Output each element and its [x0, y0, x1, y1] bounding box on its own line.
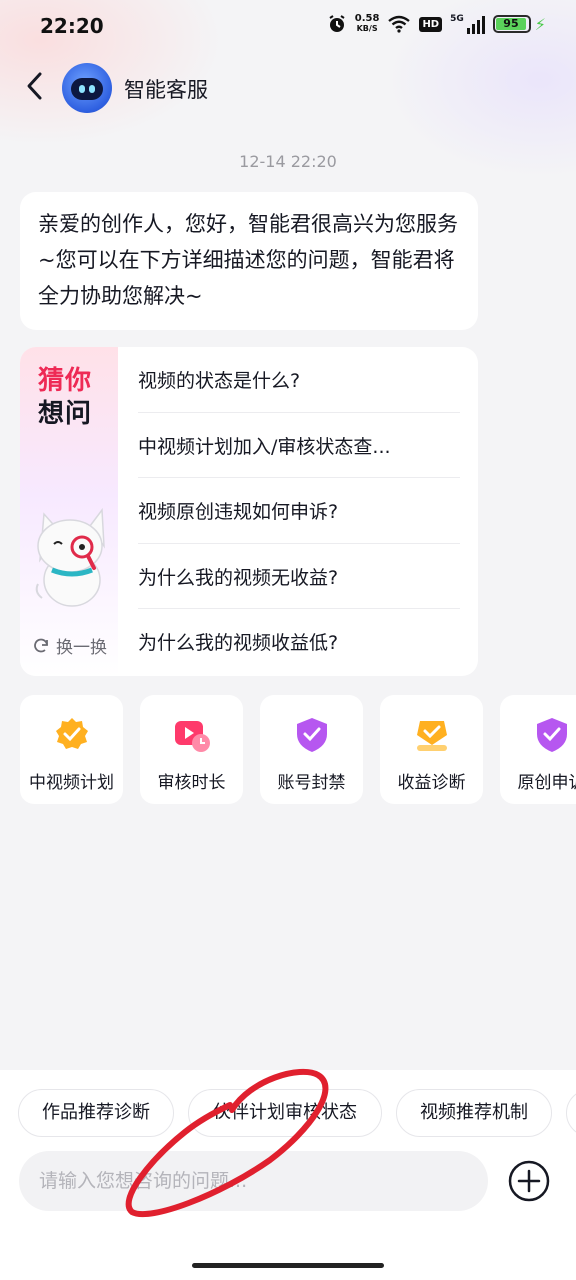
refresh-button[interactable]: 换一换: [32, 633, 107, 658]
network-speed-unit: KB/S: [356, 24, 378, 33]
coin-check-icon: [417, 721, 447, 751]
quick-chip-3[interactable]: 视频推荐机制: [396, 1089, 552, 1137]
bottom-input-panel: 作品推荐诊断 伙伴计划审核状态 视频推荐机制: [0, 1070, 576, 1280]
signal-icon: 5G: [450, 14, 485, 34]
suggested-questions-banner: 猜你 想问 换一换: [20, 347, 118, 676]
refresh-label: 换一换: [56, 638, 107, 658]
category-review-time[interactable]: 审核时长: [140, 695, 243, 804]
category-label: 账号封禁: [277, 773, 346, 793]
battery-level: 95: [495, 18, 527, 30]
add-icon[interactable]: [507, 1159, 551, 1203]
shield-check-icon: [537, 718, 567, 752]
alarm-icon: [329, 15, 345, 32]
hd-badge: HD: [419, 16, 443, 32]
suggested-title-line1: 猜你: [38, 366, 93, 396]
status-bar: 22:20 0.58 KB/S HD 5G 95 ⚡: [0, 0, 576, 54]
home-indicator: [192, 1263, 384, 1268]
category-originality-appeal[interactable]: 原创申诉: [500, 695, 576, 804]
status-icons: 0.58 KB/S HD 5G 95 ⚡: [327, 14, 546, 34]
chat-header: 智能客服: [0, 60, 576, 116]
page-title: 智能客服: [124, 78, 208, 102]
cat-mascot-icon: [35, 507, 105, 607]
robot-face-icon: [71, 78, 103, 100]
suggested-question-1[interactable]: 视频的状态是什么?: [138, 347, 460, 413]
shield-check-icon: [297, 718, 327, 752]
suggested-question-5[interactable]: 为什么我的视频收益低?: [138, 609, 460, 675]
battery-icon: 95: [492, 15, 531, 33]
network-speed: 0.58 KB/S: [355, 14, 380, 34]
category-mid-video-plan[interactable]: 中视频计划: [20, 695, 123, 804]
quick-chip-more[interactable]: [566, 1089, 576, 1137]
back-icon[interactable]: [20, 68, 52, 104]
assistant-avatar: [62, 63, 112, 113]
message-timestamp: 12-14 22:20: [239, 152, 337, 171]
category-shortcuts: 中视频计划 审核时长 账号封禁 收益诊断 原创申诉: [20, 695, 576, 804]
refresh-icon: [34, 638, 48, 652]
greeting-message: 亲爱的创作人，您好，智能君很高兴为您服务~您可以在下方详细描述您的问题，智能君将…: [20, 192, 478, 330]
suggested-questions-card: 猜你 想问 换一换 视频的状态是什么? 中视频计划加入/审核状态查... 视频原…: [20, 347, 478, 676]
suggested-questions-title: 猜你 想问: [38, 365, 92, 431]
category-label: 中视频计划: [29, 773, 114, 793]
category-label: 原创申诉: [517, 773, 576, 793]
suggested-question-4[interactable]: 为什么我的视频无收益?: [138, 544, 460, 609]
charging-icon: ⚡: [534, 14, 546, 34]
signal-label: 5G: [450, 14, 464, 24]
video-clock-icon: [175, 721, 210, 752]
suggested-question-list: 视频的状态是什么? 中视频计划加入/审核状态查... 视频原创违规如何申诉? 为…: [138, 347, 460, 675]
question-input[interactable]: [19, 1151, 488, 1211]
quick-chips: 作品推荐诊断 伙伴计划审核状态 视频推荐机制: [18, 1089, 576, 1137]
status-time: 22:20: [40, 14, 104, 38]
category-account-ban[interactable]: 账号封禁: [260, 695, 363, 804]
wifi-icon: [388, 15, 411, 33]
medal-icon: [56, 718, 88, 749]
suggested-title-line2: 想问: [38, 399, 93, 429]
category-label: 审核时长: [157, 773, 226, 793]
suggested-question-3[interactable]: 视频原创违规如何申诉?: [138, 478, 460, 544]
category-label: 收益诊断: [397, 773, 466, 793]
quick-chip-1[interactable]: 作品推荐诊断: [18, 1089, 174, 1137]
suggested-question-2[interactable]: 中视频计划加入/审核状态查...: [138, 413, 460, 478]
quick-chip-2[interactable]: 伙伴计划审核状态: [188, 1089, 382, 1137]
network-speed-value: 0.58: [354, 13, 380, 24]
category-earnings-diagnosis[interactable]: 收益诊断: [380, 695, 483, 804]
